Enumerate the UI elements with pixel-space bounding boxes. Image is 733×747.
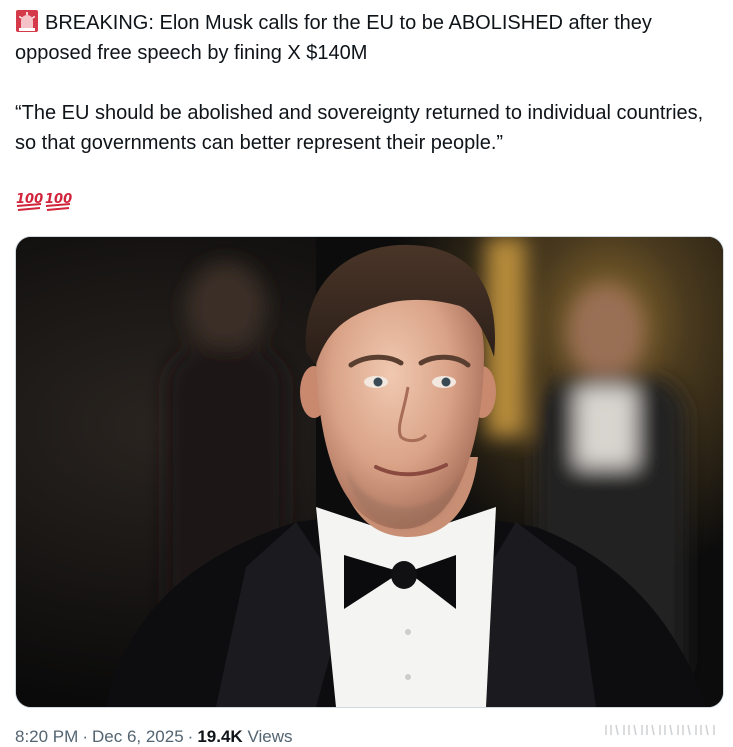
tweet-meta: 8:20 PM · Dec 6, 2025 · 19.4K Views <box>15 727 293 747</box>
tweet-photo[interactable] <box>15 236 724 708</box>
tweet-time[interactable]: 8:20 PM <box>15 727 78 746</box>
rotating-light-icon <box>16 10 38 32</box>
hundred-points-icon: 100 <box>45 192 72 211</box>
portrait-photo-image <box>16 237 723 707</box>
hundred-points-icon: 100 <box>16 192 43 211</box>
tweet-quote: “The EU should be abolished and sovereig… <box>15 102 704 154</box>
tweet-date[interactable]: Dec 6, 2025 <box>92 727 184 746</box>
tweet: BREAKING: Elon Musk calls for the EU to … <box>0 0 733 747</box>
views-label: Views <box>247 727 293 746</box>
headline-text: BREAKING: Elon Musk calls for the EU to … <box>15 12 652 64</box>
meta-separator: · <box>187 727 194 746</box>
views-count: 19.4K <box>197 727 243 746</box>
tweet-body: BREAKING: Elon Musk calls for the EU to … <box>15 8 715 222</box>
tweet-headline: BREAKING: Elon Musk calls for the EU to … <box>15 8 715 68</box>
watermark-logo <box>605 724 715 736</box>
emoji-row: 100 100 <box>15 188 72 214</box>
meta-separator: · <box>82 727 88 746</box>
